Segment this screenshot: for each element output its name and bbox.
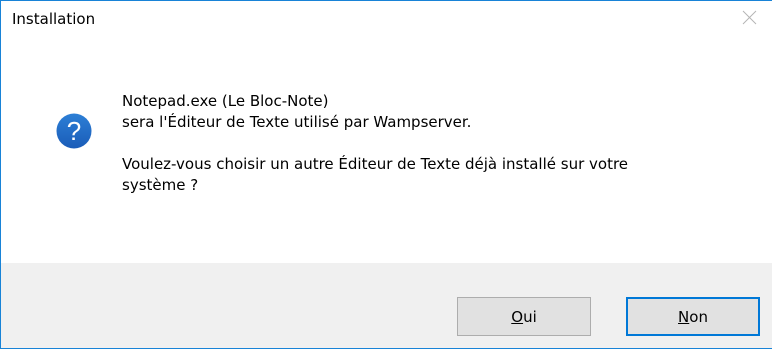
window-title: Installation — [12, 10, 96, 28]
message-line-3: Voulez-vous choisir un autre Éditeur de … — [122, 155, 629, 173]
title-bar[interactable]: Installation — [1, 1, 772, 34]
svg-text:?: ? — [67, 116, 81, 146]
message-line-4: système ? — [122, 176, 199, 194]
button-bar: Oui Non — [1, 263, 772, 348]
close-icon — [742, 10, 756, 25]
yes-label-rest: ui — [523, 307, 537, 326]
no-label-rest: on — [689, 307, 708, 326]
no-button[interactable]: Non — [626, 297, 760, 336]
dialog-content: ? Notepad.exe (Le Bloc-Note) sera l'Édit… — [1, 34, 772, 263]
message-line-1: Notepad.exe (Le Bloc-Note) — [122, 92, 329, 110]
yes-button[interactable]: Oui — [457, 297, 591, 336]
question-icon: ? — [56, 113, 92, 149]
message-text: Notepad.exe (Le Bloc-Note) sera l'Éditeu… — [122, 91, 742, 196]
close-button[interactable] — [726, 1, 772, 34]
yes-accelerator: O — [511, 307, 524, 326]
no-accelerator: N — [678, 307, 690, 326]
installation-dialog: Installation ? Notepad.exe (Le Bloc-Note… — [0, 0, 772, 349]
message-line-2: sera l'Éditeur de Texte utilisé par Wamp… — [122, 113, 472, 131]
